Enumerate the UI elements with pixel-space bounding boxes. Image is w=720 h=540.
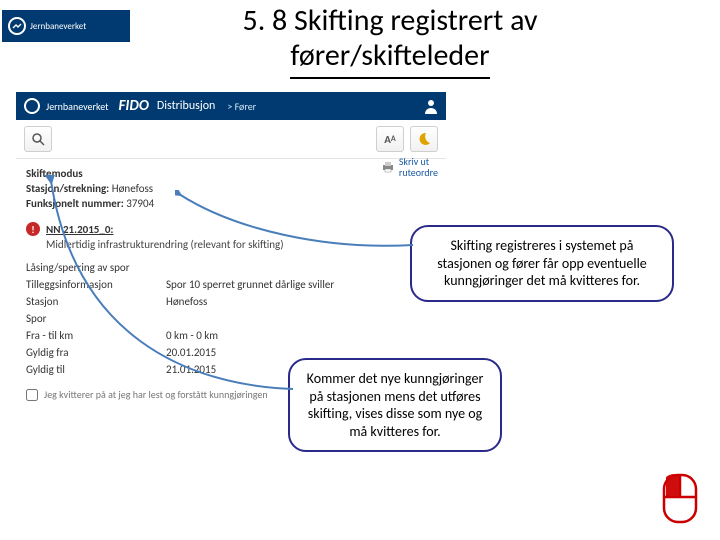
kv-row: StasjonHønefoss <box>26 295 436 308</box>
alert-subtitle: Midlertidig infrastrukturendring (releva… <box>46 238 436 251</box>
alert-code[interactable]: NN 21.2015_0: <box>46 223 113 236</box>
kv-k: Spor <box>26 312 166 325</box>
kv-row: Låsing/sperring av spor <box>26 261 436 274</box>
kv-k: Gyldig fra <box>26 346 166 359</box>
app-dist: Distribusjon <box>157 99 215 113</box>
station-value: Hønefoss <box>112 182 153 195</box>
callout-2: Kommer det nye kunngjøringer på stasjone… <box>288 358 502 452</box>
kv-row: Fra - til km0 km - 0 km <box>26 329 436 342</box>
breadcrumb: > Fører <box>227 100 256 113</box>
jbv-brand-text: Jernbaneverket <box>30 21 86 32</box>
station-label: Stasjon/strekning: <box>26 182 109 195</box>
alert-icon: ! <box>26 222 40 236</box>
funcnum-value: 37904 <box>126 197 154 210</box>
alert-row: ! NN 21.2015_0: <box>26 222 436 236</box>
app-fido: FIDO <box>119 97 149 115</box>
kv-k: Stasjon <box>26 295 166 308</box>
kv-k: Fra - til km <box>26 329 166 342</box>
title-line2: fører/skifteleder <box>290 39 489 80</box>
kv-v: Spor 10 sperret grunnet dårlige sviller <box>166 278 436 291</box>
kv-row: Spor <box>26 312 436 325</box>
title-line1: 5. 8 Skifting registrert av <box>242 2 537 39</box>
callout-1-text: Skifting registreres i systemet på stasj… <box>437 237 647 289</box>
app-brand: Jernbaneverket <box>46 100 109 113</box>
user-icon[interactable] <box>424 98 438 114</box>
meta-block: Skiftemodus Stasjon/strekning: Hønefoss … <box>26 167 436 210</box>
slide-title: 5. 8 Skifting registrert av fører/skifte… <box>150 4 630 79</box>
kv-v: 0 km - 0 km <box>166 329 436 342</box>
jbv-badge: Jernbaneverket <box>2 10 130 42</box>
search-button[interactable] <box>24 126 52 152</box>
ack-text: Jeg kvitterer på at jeg har lest og fors… <box>44 388 268 401</box>
app-topbar: Jernbaneverket FIDO Distribusjon > Fører <box>16 92 446 120</box>
funcnum-label: Funksjonelt nummer: <box>26 197 124 210</box>
jbv-logo-icon <box>8 17 26 35</box>
app-toolbar: AA <box>16 120 446 159</box>
kv-k: Gyldig til <box>26 363 166 376</box>
font-size-button[interactable]: AA <box>376 126 404 152</box>
mode-label: Skiftemodus <box>26 167 436 180</box>
print-line2: ruteordre <box>399 166 438 179</box>
kv-v: Hønefoss <box>166 295 436 308</box>
mouse-icon <box>660 471 700 526</box>
print-ruteordre-link[interactable]: Skriv utruteordre <box>381 156 438 178</box>
kv-k: Tilleggsinformasjon <box>26 278 166 291</box>
kv-k: Låsing/sperring av spor <box>26 261 166 274</box>
callout-1: Skifting registreres i systemet på stasj… <box>410 225 674 302</box>
kv-row: TilleggsinformasjonSpor 10 sperret grunn… <box>26 278 436 291</box>
callout-2-text: Kommer det nye kunngjøringer på stasjone… <box>307 370 484 440</box>
app-logo-icon <box>24 98 40 114</box>
ack-checkbox[interactable] <box>26 389 38 401</box>
theme-toggle-button[interactable] <box>410 126 438 152</box>
